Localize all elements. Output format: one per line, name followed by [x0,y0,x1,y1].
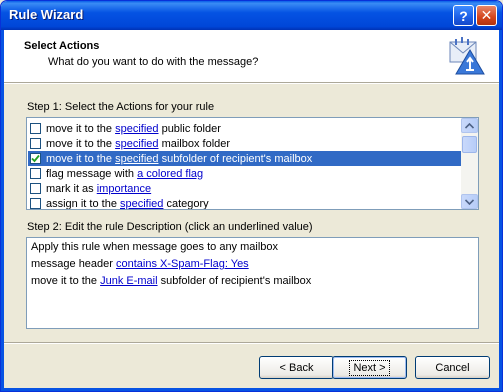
action-text-suffix: category [163,197,209,210]
question-mark-icon: ? [459,7,468,24]
rule-description-box: Apply this rule when message goes to any… [26,237,479,329]
action-text: move it to the [46,152,116,165]
junk-email-folder-link[interactable]: Junk E-mail [100,275,157,287]
description-line-2: message header contains X-Spam-Flag: Yes [31,258,249,270]
window-frame-right [499,30,502,391]
action-text: move it to the [46,137,116,150]
action-text: mark it as [46,182,97,195]
back-button[interactable]: < Back [259,356,334,379]
description-line-3-suffix: subfolder of recipient's mailbox [157,275,312,287]
window-title: Rule Wizard [9,7,84,22]
back-button-label: < Back [279,361,314,374]
action-text: move it to the [46,122,116,135]
action-item[interactable]: assign it to the specified category [28,196,462,210]
description-line-3: move it to the Junk E-mail subfolder of … [31,275,311,287]
action-link[interactable]: specified [115,138,158,150]
action-link[interactable]: specified [120,198,163,210]
action-item[interactable]: move it to the specified subfolder of re… [28,151,462,166]
step1-label: Step 1: Select the Actions for your rule [27,101,215,113]
action-checkbox[interactable] [30,153,41,164]
cancel-button-label: Cancel [435,361,470,374]
header-subtitle: What do you want to do with the message? [48,56,259,68]
close-button[interactable]: ✕ [476,5,497,26]
action-link[interactable]: specified [115,153,158,165]
scroll-down-button[interactable] [461,194,478,209]
window-frame-bottom [1,388,502,391]
description-line-2-text: message header [31,258,116,270]
actions-scrollbar[interactable] [461,118,478,209]
action-item[interactable]: move it to the specified mailbox folder [28,136,462,151]
action-text-suffix: subfolder of recipient's mailbox [158,152,313,165]
action-link[interactable]: a colored flag [137,168,203,180]
checkmark-icon [31,154,40,163]
close-icon: ✕ [480,7,493,23]
title-bar[interactable]: Rule Wizard ? ✕ [1,1,502,30]
action-link[interactable]: specified [115,123,158,135]
action-item[interactable]: mark it as importance [28,181,462,196]
action-checkbox[interactable] [30,168,41,179]
action-item[interactable]: flag message with a colored flag [28,166,462,181]
window-frame-left [1,30,4,391]
scroll-up-button[interactable] [461,118,478,133]
actions-list[interactable]: move it to the specified public folder mo… [26,117,479,210]
action-text: flag message with [46,167,138,180]
action-text: assign it to the [46,197,120,210]
scroll-thumb[interactable] [462,136,477,153]
footer-divider [4,342,499,344]
header-condition-link[interactable]: contains X-Spam-Flag: Yes [116,258,249,270]
description-line-1: Apply this rule when message goes to any… [31,241,279,253]
action-item[interactable]: move it to the specified public folder [28,121,462,136]
cancel-button[interactable]: Cancel [415,356,490,379]
scroll-down-arrow-icon [465,198,474,205]
action-checkbox[interactable] [30,123,41,134]
action-checkbox[interactable] [30,198,41,209]
next-button[interactable]: Next > [332,356,407,379]
action-text-suffix: mailbox folder [158,137,231,150]
action-checkbox[interactable] [30,138,41,149]
next-button-label: Next > [349,359,390,376]
wizard-header: Select Actions What do you want to do wi… [4,30,499,82]
header-title: Select Actions [24,40,100,52]
action-text-suffix: public folder [158,122,221,135]
action-checkbox[interactable] [30,183,41,194]
step2-label: Step 2: Edit the rule Description (click… [27,221,313,233]
header-divider [4,82,499,84]
help-button[interactable]: ? [453,5,474,26]
rule-wizard-icon [449,37,485,75]
scroll-up-arrow-icon [465,122,474,129]
description-line-3-prefix: move it to the [31,275,101,287]
rule-wizard-window: Rule Wizard ? ✕ Select Actions What do y… [0,0,503,392]
action-link[interactable]: importance [97,183,151,195]
